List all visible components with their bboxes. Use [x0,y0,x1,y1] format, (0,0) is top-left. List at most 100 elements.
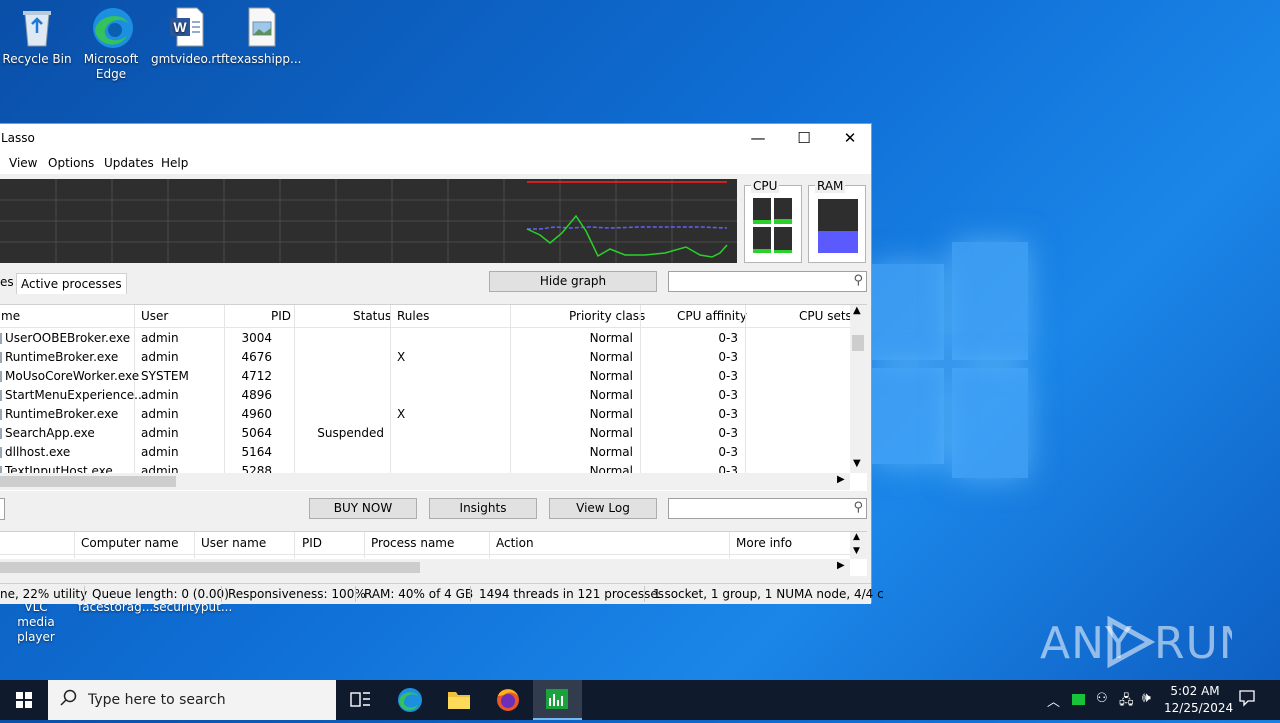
table-row[interactable]: UserOOBEBroker.exe admin 3004 Normal 0-3 [0,329,850,348]
log-column-pid[interactable]: PID [302,536,322,550]
column-header-cpu-sets[interactable]: CPU sets [799,309,852,323]
process-table: me User PID Status Rules Priority class … [0,304,867,491]
column-header-priority[interactable]: Priority class [569,309,645,323]
view-log-button[interactable]: View Log [549,498,657,519]
taskbar-firefox-button[interactable] [484,680,532,720]
start-button[interactable] [0,680,48,720]
scroll-right-icon[interactable]: ▶ [837,474,845,485]
cell-name: SearchApp.exe [5,426,95,440]
cell-priority: Normal [589,426,633,440]
edge-icon [91,6,133,48]
taskbar-edge-button[interactable] [386,680,434,720]
table-row[interactable]: SearchApp.exe admin 5064 Suspended Normal 0-3 [0,424,850,443]
status-queue-length: Queue length: 0 (0.00) [92,587,229,601]
tray-overflow-chevron-icon[interactable]: ︿ [1047,691,1060,710]
close-button[interactable]: ✕ [827,124,873,152]
tray-teams-icon[interactable]: ⚇ [1096,691,1108,706]
scroll-thumb[interactable] [852,335,864,351]
cpu-meter: CPU [744,179,802,263]
taskbar-search-box[interactable]: Type here to search [48,680,336,720]
title-bar[interactable]: Lasso — ☐ ✕ [0,124,871,152]
cell-affinity: 0-3 [718,407,738,421]
cell-name: dllhost.exe [5,445,71,459]
task-view-button[interactable] [336,680,384,720]
desktop-icon-label: VLC media player [17,600,55,644]
log-table-header: Computer name User name PID Process name… [0,532,850,555]
log-column-action[interactable]: Action [496,536,534,550]
scroll-right-icon[interactable]: ▶ [837,560,845,571]
insights-button[interactable]: Insights [429,498,537,519]
menu-bar: View Options Updates Help [0,152,871,174]
column-header-affinity[interactable]: CPU affinity [677,309,747,323]
taskbar-file-explorer-button[interactable] [435,680,483,720]
column-header-user[interactable]: User [141,309,168,323]
process-list-horizontal-scrollbar[interactable]: ▶ [0,473,850,490]
log-column-more-info[interactable]: More info [736,536,792,550]
tab-active-processes[interactable]: Active processes [16,273,127,294]
image-file-icon [241,6,281,48]
cell-affinity: 0-3 [718,331,738,345]
buy-now-button[interactable]: BUY NOW [309,498,417,519]
tray-volume-icon[interactable]: 🕪 [1142,690,1151,706]
tray-process-lasso-icon[interactable] [1072,694,1085,705]
cell-name: RuntimeBroker.exe [5,350,119,364]
cell-pid: 4712 [241,369,272,383]
tab-partial[interactable]: es [0,275,14,289]
cell-pid: 4960 [241,407,272,421]
column-header-status[interactable]: Status [353,309,391,323]
column-header-pid[interactable]: PID [271,309,291,323]
log-column-user-name[interactable]: User name [201,536,266,550]
log-column-process-name[interactable]: Process name [371,536,454,550]
desktop-icon-edge[interactable]: Microsoft Edge [75,0,147,82]
cell-affinity: 0-3 [718,445,738,459]
tray-clock[interactable]: 5:02 AM 12/25/2024 [1164,683,1233,717]
scroll-up-icon[interactable]: ▲ [853,532,860,542]
status-responsiveness: Responsiveness: 100% [228,587,366,601]
table-row[interactable]: RuntimeBroker.exe admin 4676 X Normal 0-3 [0,348,850,367]
table-row[interactable]: RuntimeBroker.exe admin 4960 X Normal 0-3 [0,405,850,424]
log-column-computer-name[interactable]: Computer name [81,536,179,550]
cpu-ram-graph[interactable] [0,179,737,263]
process-icon [0,409,2,420]
notification-center-icon[interactable] [1238,689,1256,710]
desktop-icon-label: Microsoft Edge [83,52,139,81]
table-row[interactable]: StartMenuExperience... admin 4896 Normal 0-3 [0,386,850,405]
search-icon [60,689,78,710]
desktop-icon-texasshipp[interactable]: texasshipp... [225,0,301,67]
desktop-icon-gmtvideo[interactable]: W gmtvideo.rtf [151,0,225,67]
cell-priority: Normal [589,445,633,459]
scroll-up-icon[interactable]: ▲ [853,305,861,316]
hide-graph-button[interactable]: Hide graph [489,271,657,292]
minimize-button[interactable]: — [735,124,781,152]
maximize-button[interactable]: ☐ [781,124,827,152]
menu-help[interactable]: Help [161,156,188,170]
table-row[interactable]: MoUsoCoreWorker.exe SYSTEM 4712 Normal 0-3 [0,367,850,386]
cell-priority: Normal [589,350,633,364]
status-bar: ne, 22% utility Queue length: 0 (0.00) R… [0,583,884,604]
cell-pid: 3004 [241,331,272,345]
left-collapsed-field [0,498,5,520]
scroll-down-icon[interactable]: ▼ [853,458,861,469]
cell-user: admin [141,445,179,459]
menu-view[interactable]: View [9,156,37,170]
tray-network-icon[interactable]: 🖧 [1119,691,1134,713]
column-header-name[interactable]: me [1,309,20,323]
log-search-input[interactable]: ⚲ [668,498,867,519]
scroll-thumb[interactable] [0,562,420,573]
column-header-rules[interactable]: Rules [397,309,429,323]
table-row[interactable]: dllhost.exe admin 5164 Normal 0-3 [0,443,850,462]
cell-user: admin [141,331,179,345]
scroll-down-icon[interactable]: ▼ [853,546,860,556]
cell-user: SYSTEM [141,369,189,383]
process-list-vertical-scrollbar[interactable]: ▲ ▼ [850,305,867,473]
log-vertical-scrollbar[interactable]: ▲ ▼ [850,532,867,559]
log-horizontal-scrollbar[interactable]: ▶ [0,559,850,576]
column-divider [729,532,730,558]
menu-options[interactable]: Options [48,156,94,170]
desktop-icon-recycle-bin[interactable]: Recycle Bin [1,0,73,67]
process-icon [0,333,2,344]
scroll-thumb[interactable] [0,476,176,487]
process-search-input[interactable]: ⚲ [668,271,867,292]
menu-updates[interactable]: Updates [104,156,154,170]
taskbar-process-lasso-button[interactable] [533,680,582,720]
